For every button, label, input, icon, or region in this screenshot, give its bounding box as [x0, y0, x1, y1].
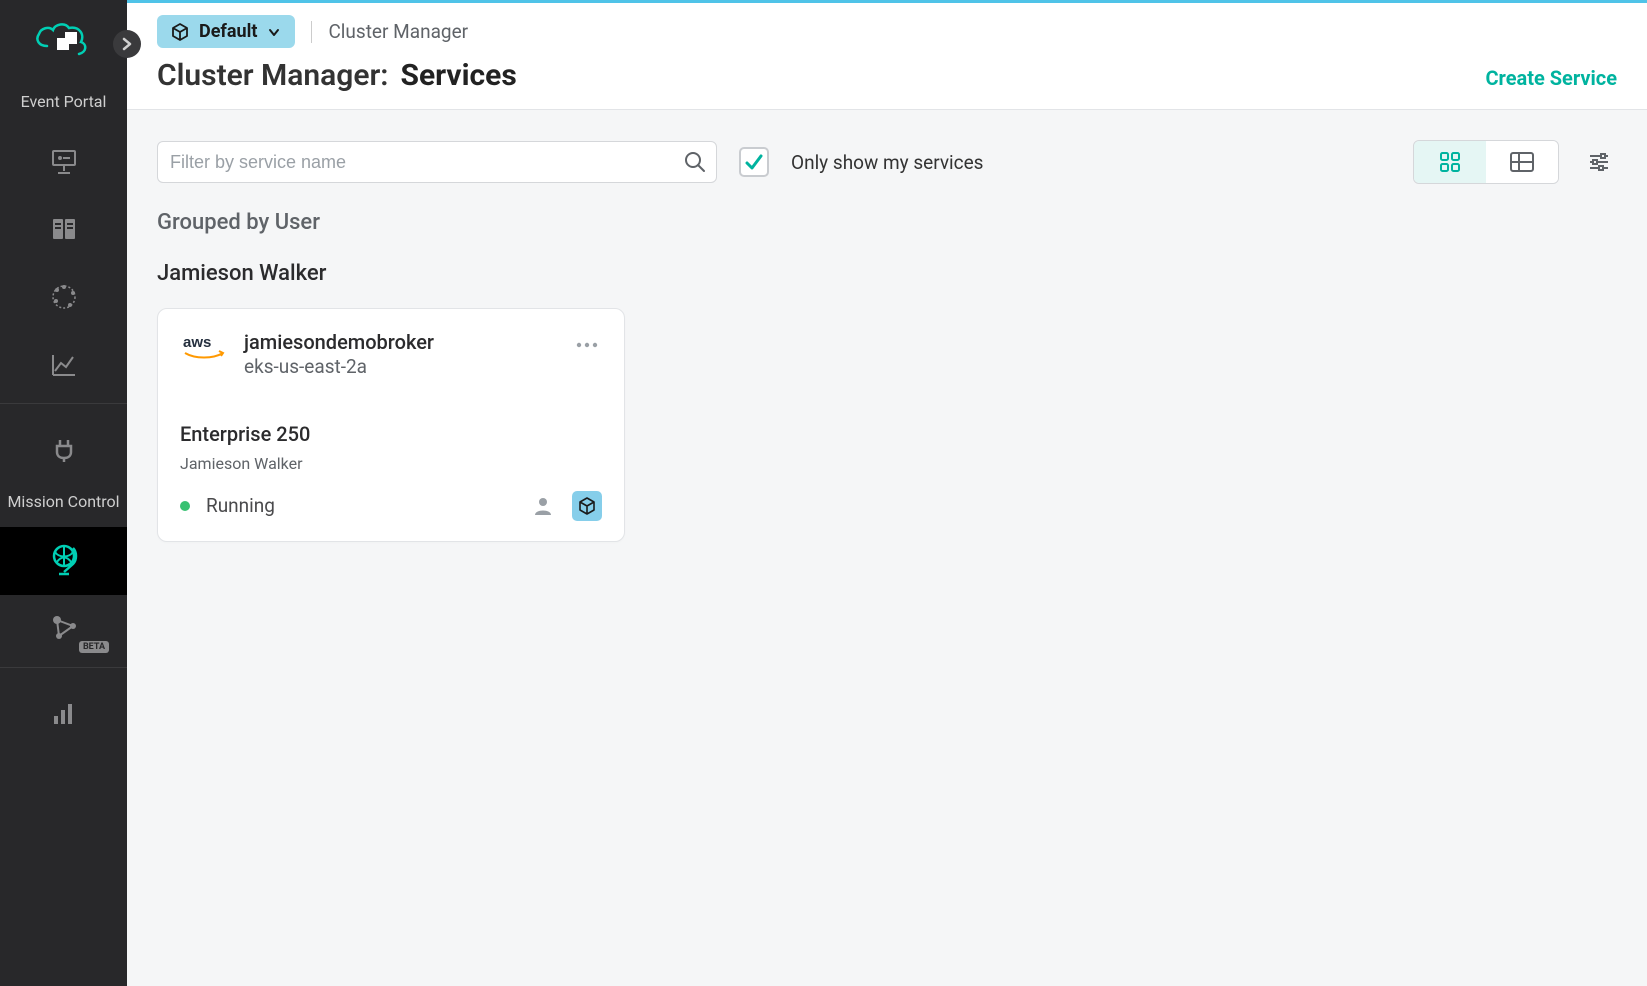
globe-dots-icon	[48, 281, 80, 313]
header: Default Cluster Manager Cluster Manager:…	[127, 3, 1647, 109]
beta-badge: BETA	[79, 641, 109, 653]
sidebar-item-insights[interactable]	[0, 331, 127, 399]
plug-icon	[48, 434, 80, 466]
main-content: Default Cluster Manager Cluster Manager:…	[127, 0, 1647, 986]
search-wrapper	[157, 141, 717, 183]
sidebar-item-catalog[interactable]	[0, 195, 127, 263]
view-toggle	[1413, 140, 1559, 184]
create-service-button[interactable]: Create Service	[1485, 66, 1617, 90]
list-view-button[interactable]	[1486, 141, 1558, 183]
list-icon	[1509, 151, 1535, 173]
search-icon	[683, 150, 707, 174]
sidebar-item-cluster-manager[interactable]	[0, 527, 127, 595]
page-title: Cluster Manager: Services	[157, 58, 517, 93]
books-icon	[48, 213, 80, 245]
service-cube-button[interactable]	[572, 491, 602, 521]
service-name: jamiesondemobroker	[244, 329, 556, 355]
service-owner: Jamieson Walker	[180, 454, 602, 473]
grid-view-button[interactable]	[1414, 141, 1486, 183]
network-icon	[47, 612, 81, 646]
page-title-prefix: Cluster Manager:	[157, 58, 388, 93]
more-horizontal-icon	[576, 342, 598, 348]
app-logo	[29, 18, 99, 68]
sidebar-item-designer[interactable]	[0, 127, 127, 195]
status-text: Running	[206, 494, 275, 517]
status-indicator-icon	[180, 501, 190, 511]
page-title-main: Services	[400, 58, 516, 93]
bar-chart-icon	[48, 698, 80, 730]
search-button[interactable]	[681, 148, 709, 176]
content-area: Only show my services	[127, 109, 1647, 572]
cube-icon	[171, 23, 189, 41]
service-status: Running	[180, 494, 275, 517]
only-my-services-checkbox[interactable]	[739, 147, 769, 177]
breadcrumb[interactable]: Cluster Manager	[328, 20, 468, 43]
grouping-label: Grouped by User	[157, 210, 1617, 235]
service-plan: Enterprise 250	[180, 422, 602, 446]
filter-settings-button[interactable]	[1581, 144, 1617, 180]
service-users-button[interactable]	[528, 491, 558, 521]
sidebar-divider-2	[0, 667, 127, 668]
grid-icon	[1439, 151, 1461, 173]
sidebar: Event Portal	[0, 0, 127, 986]
sidebar-item-mesh-manager[interactable]: BETA	[0, 595, 127, 663]
aws-logo: aws	[180, 329, 228, 361]
svg-text:aws: aws	[183, 334, 211, 351]
breadcrumb-separator	[311, 21, 312, 43]
user-icon	[532, 495, 554, 517]
user-group-header: Jamieson Walker	[157, 261, 1617, 286]
check-icon	[744, 152, 764, 172]
sidebar-item-integrations[interactable]	[0, 416, 127, 484]
presentation-icon	[48, 145, 80, 177]
sidebar-divider	[0, 403, 127, 404]
sliders-icon	[1587, 150, 1611, 174]
only-my-services-label: Only show my services	[791, 151, 1391, 174]
cube-icon	[578, 497, 596, 515]
sidebar-section-mission-control: Mission Control	[0, 492, 127, 511]
line-chart-icon	[48, 349, 80, 381]
search-input[interactable]	[157, 141, 717, 183]
toolbar: Only show my services	[157, 140, 1617, 184]
sidebar-item-discovery[interactable]	[0, 263, 127, 331]
service-card-menu-button[interactable]	[572, 329, 602, 356]
sidebar-item-analytics[interactable]	[0, 680, 127, 748]
service-region: eks-us-east-2a	[244, 355, 556, 380]
sidebar-expand-toggle[interactable]	[113, 30, 141, 58]
workspace-name: Default	[199, 21, 257, 42]
globe-stand-icon	[47, 542, 81, 580]
sidebar-section-event-portal: Event Portal	[0, 92, 127, 111]
chevron-right-icon	[120, 37, 134, 51]
workspace-selector[interactable]: Default	[157, 15, 295, 48]
service-card[interactable]: aws jamiesondemobroker eks-us-east-2a	[157, 308, 625, 542]
chevron-down-icon	[267, 25, 281, 39]
